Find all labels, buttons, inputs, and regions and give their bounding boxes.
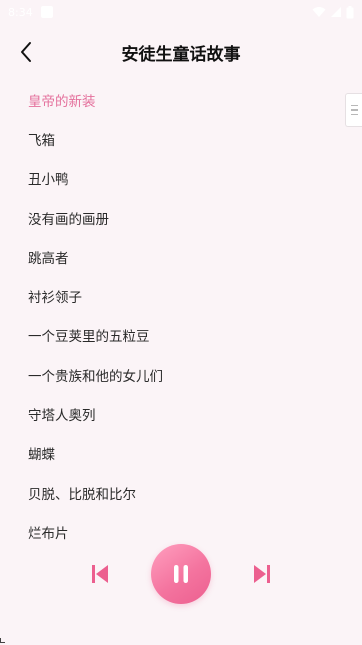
status-bar: 8:34 bbox=[0, 0, 362, 24]
story-item[interactable]: 飞箱 bbox=[0, 119, 362, 158]
playback-controls bbox=[0, 543, 362, 605]
story-item[interactable]: 衬衫领子 bbox=[0, 276, 362, 315]
pause-button[interactable] bbox=[151, 544, 211, 604]
page-title: 安徒生童话故事 bbox=[121, 44, 241, 65]
battery-icon bbox=[346, 5, 354, 18]
story-item[interactable]: 没有画的画册 bbox=[0, 198, 362, 237]
story-item[interactable]: 蝴蝶 bbox=[0, 434, 362, 473]
story-item[interactable]: 跳高者 bbox=[0, 237, 362, 276]
chevron-left-icon bbox=[21, 42, 31, 62]
story-item[interactable]: 贝脱、比脱和比尔 bbox=[0, 473, 362, 512]
next-button[interactable] bbox=[250, 562, 274, 586]
story-item[interactable]: 丑小鸭 bbox=[0, 159, 362, 198]
header: 安徒生童话故事 bbox=[0, 28, 362, 76]
wifi-icon bbox=[312, 7, 326, 17]
previous-button[interactable] bbox=[88, 562, 112, 586]
story-item[interactable]: 一个贵族和他的女儿们 bbox=[0, 355, 362, 394]
story-item-active[interactable]: 皇帝的新装 bbox=[0, 80, 362, 119]
status-time: 8:34 bbox=[8, 5, 33, 19]
story-item[interactable]: 守塔人奥列 bbox=[0, 394, 362, 433]
story-item[interactable]: 一个豆荚里的五粒豆 bbox=[0, 316, 362, 355]
story-list: 皇帝的新装 飞箱 丑小鸭 没有画的画册 跳高者 衬衫领子 一个豆荚里的五粒豆 一… bbox=[0, 80, 362, 552]
pause-icon bbox=[174, 565, 188, 583]
notification-icon bbox=[40, 6, 53, 18]
skip-previous-icon bbox=[92, 565, 108, 583]
corner-mark bbox=[0, 638, 5, 643]
signal-icon bbox=[331, 7, 341, 17]
back-button[interactable] bbox=[12, 38, 40, 66]
scroll-handle[interactable] bbox=[345, 93, 362, 127]
skip-next-icon bbox=[254, 565, 270, 583]
